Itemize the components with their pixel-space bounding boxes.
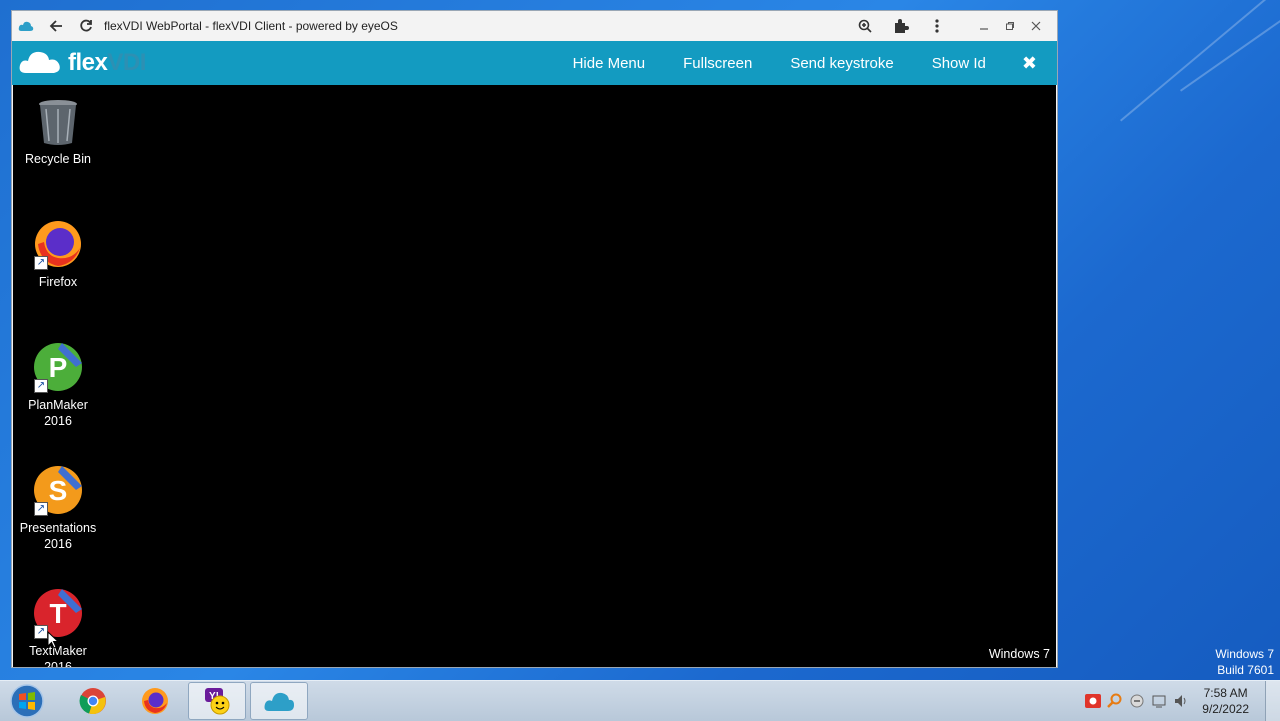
- desktop-icon-planmaker[interactable]: P ↗ PlanMaker 2016: [13, 341, 103, 429]
- icon-label: Presentations 2016: [19, 521, 97, 551]
- desktop-icon-presentations[interactable]: S ↗ Presentations 2016: [13, 464, 103, 552]
- minimize-button[interactable]: [971, 17, 997, 35]
- close-icon[interactable]: ✖: [1022, 53, 1037, 74]
- taskbar-chrome[interactable]: [64, 682, 122, 720]
- extensions-puzzle-icon[interactable]: [883, 11, 919, 41]
- taskbar-flexvdi[interactable]: [250, 682, 308, 720]
- action-center-flag-icon[interactable]: [1148, 690, 1170, 712]
- recycle-bin-icon: [32, 95, 84, 147]
- browser-window: flexVDI WebPortal - flexVDI Client - pow…: [11, 10, 1058, 668]
- desktop-icon-firefox[interactable]: ↗ Firefox: [13, 218, 103, 290]
- volume-icon[interactable]: [1170, 690, 1192, 712]
- flexvdi-logo: flexVDI: [18, 47, 146, 80]
- desktop-icon-textmaker[interactable]: T ↗ TextMaker 2016: [13, 587, 103, 667]
- desktop-light-streak: [1120, 0, 1275, 122]
- desktop-light-streak: [1180, 9, 1280, 92]
- close-window-button[interactable]: [1023, 17, 1049, 35]
- yahoo-messenger-icon: Y!: [205, 688, 230, 715]
- chrome-icon: [79, 688, 106, 715]
- host-os-watermark: Windows 7 Build 7601: [1215, 647, 1274, 677]
- hide-menu-button[interactable]: Hide Menu: [573, 55, 646, 72]
- desktop-icon-recycle-bin[interactable]: Recycle Bin: [13, 95, 103, 167]
- remote-desktop-screen[interactable]: Recycle Bin ↗ Firefox P ↗ PlanMaker 2016…: [13, 85, 1056, 667]
- fullscreen-button[interactable]: Fullscreen: [683, 55, 752, 72]
- logo-text: flexVDI: [68, 49, 146, 76]
- remote-os-watermark: Windows 7: [988, 647, 1050, 661]
- shortcut-arrow-icon: ↗: [34, 625, 48, 639]
- show-desktop-button[interactable]: [1265, 681, 1280, 721]
- back-arrow-icon[interactable]: [48, 18, 64, 34]
- reload-icon[interactable]: [78, 18, 94, 34]
- show-id-button[interactable]: Show Id: [932, 55, 986, 72]
- taskbar-yahoo-messenger[interactable]: Y!: [188, 682, 246, 720]
- system-tray: 7:58 AM 9/2/2022: [1082, 681, 1280, 721]
- svg-text:T: T: [49, 598, 66, 629]
- browser-tab-title: flexVDI WebPortal - flexVDI Client - pow…: [104, 19, 398, 33]
- firefox-icon: ↗: [32, 218, 84, 270]
- start-button[interactable]: [6, 681, 48, 721]
- flexvdi-cloud-icon: [264, 692, 294, 711]
- taskbar-firefox[interactable]: [126, 682, 184, 720]
- icon-label: PlanMaker 2016: [28, 398, 88, 428]
- minus-circle-icon[interactable]: [1126, 690, 1148, 712]
- send-keystroke-button[interactable]: Send keystroke: [790, 55, 893, 72]
- shortcut-arrow-icon: ↗: [34, 502, 48, 516]
- firefox-icon: [142, 688, 168, 714]
- flexvdi-menubar: flexVDI Hide Menu Fullscreen Send keystr…: [12, 41, 1057, 85]
- recording-icon[interactable]: [1082, 690, 1104, 712]
- shortcut-arrow-icon: ↗: [34, 379, 48, 393]
- planmaker-icon: P ↗: [32, 341, 84, 393]
- more-options-icon[interactable]: [919, 11, 955, 41]
- mouse-cursor-icon: [47, 630, 60, 654]
- svg-text:P: P: [49, 352, 68, 383]
- taskbar: Y! 7:58 AM 9/2/2022: [0, 680, 1280, 721]
- flexvdi-app-icon: [18, 18, 34, 34]
- zoom-icon[interactable]: [847, 11, 883, 41]
- svg-text:S: S: [49, 475, 68, 506]
- icon-label: Recycle Bin: [25, 152, 91, 166]
- cloud-logo-icon: [18, 47, 62, 80]
- restore-button[interactable]: [997, 17, 1023, 35]
- shortcut-arrow-icon: ↗: [34, 256, 48, 270]
- taskbar-clock[interactable]: 7:58 AM 9/2/2022: [1202, 685, 1249, 717]
- search-magnifier-icon[interactable]: [1104, 690, 1126, 712]
- browser-titlebar: flexVDI WebPortal - flexVDI Client - pow…: [12, 11, 1057, 41]
- icon-label: Firefox: [38, 275, 78, 289]
- presentations-icon: S ↗: [32, 464, 84, 516]
